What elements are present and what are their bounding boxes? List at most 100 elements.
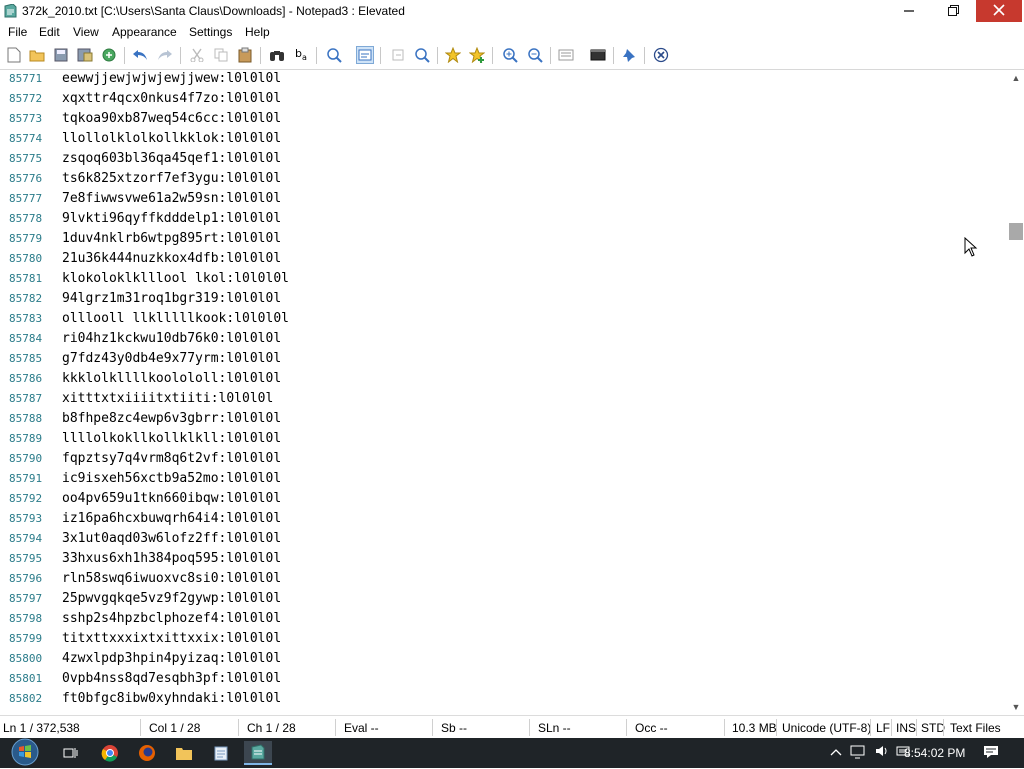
line-text[interactable]: xqxttr4qcx0nkus4f7zo:l0l0l0l [62,91,281,106]
chrome-icon[interactable] [96,741,124,765]
replace-icon[interactable]: ba [292,46,310,64]
editor-line[interactable]: 85802 ft0bfgc8ibw0xyhndaki:l0l0l0l [0,690,1000,710]
show-hidden-icon[interactable] [830,744,842,760]
status-eol[interactable]: LF [876,721,890,735]
line-text[interactable]: klokoloklklllool lkol:l0l0l0l [62,271,289,286]
line-text[interactable]: tqkoa90xb87weq54c6cc:l0l0l0l [62,111,281,126]
zoom-out-icon[interactable] [526,46,544,64]
editor-line[interactable]: 85799 titxttxxxixtxittxxix:l0l0l0l [0,630,1000,650]
status-ins[interactable]: INS [896,721,916,735]
editor-line[interactable]: 85801 0vpb4nss8qd7esqbh3pf:l0l0l0l [0,670,1000,690]
favorite-icon[interactable] [444,46,462,64]
line-text[interactable]: olllooll llklllllkook:l0l0l0l [62,311,289,326]
editor-line[interactable]: 85773 tqkoa90xb87weq54c6cc:l0l0l0l [0,110,1000,130]
menu-file[interactable]: File [8,25,27,39]
line-text[interactable]: 21u36k444nuzkkox4dfb:l0l0l0l [62,251,281,266]
copy-icon[interactable] [212,46,230,64]
line-text[interactable]: 4zwxlpdp3hpin4pyizaq:l0l0l0l [62,651,281,666]
editor-line[interactable]: 85790 fqpztsy7q4vrm8q6t2vf:l0l0l0l [0,450,1000,470]
status-encoding[interactable]: Unicode (UTF-8) [782,721,871,735]
editor-line[interactable]: 85772 xqxttr4qcx0nkus4f7zo:l0l0l0l [0,90,1000,110]
firefox-icon[interactable] [133,741,161,765]
editor-line[interactable]: 85776 ts6k825xtzorf7ef3ygu:l0l0l0l [0,170,1000,190]
paste-icon[interactable] [236,46,254,64]
text-editor[interactable]: 85771 eewwjjewjwjwjewjjwew:l0l0l0l 85772 xq… [0,70,1008,715]
line-text[interactable]: llollolklolkollkklok:l0l0l0l [62,131,281,146]
zoom-selection-icon[interactable] [413,46,431,64]
notepad3-icon[interactable] [244,741,272,765]
editor-line[interactable]: 85786 kkklolkllllkoolololl:l0l0l0l [0,370,1000,390]
line-text[interactable]: 33hxus6xh1h384poq595:l0l0l0l [62,551,281,566]
line-text[interactable]: fqpztsy7q4vrm8q6t2vf:l0l0l0l [62,451,281,466]
word-wrap-icon[interactable] [356,46,374,64]
line-text[interactable]: titxttxxxixtxittxxix:l0l0l0l [62,631,281,646]
save-as-icon[interactable] [76,46,94,64]
close-doc-icon[interactable] [652,46,670,64]
scroll-up-icon[interactable]: ▲ [1008,70,1024,86]
editor-line[interactable]: 85778 9lvkti96qyffkdddelp1:l0l0l0l [0,210,1000,230]
new-file-icon[interactable] [5,46,23,64]
network-icon[interactable] [850,744,868,763]
editor-line[interactable]: 85800 4zwxlpdp3hpin4pyizaq:l0l0l0l [0,650,1000,670]
line-text[interactable]: ft0bfgc8ibw0xyhndaki:l0l0l0l [62,691,281,706]
line-text[interactable]: kkklolkllllkoolololl:l0l0l0l [62,371,281,386]
line-text[interactable]: 9lvkti96qyffkdddelp1:l0l0l0l [62,211,281,226]
editor-line[interactable]: 85771 eewwjjewjwjwjewjjwew:l0l0l0l [0,70,1000,90]
pin-icon[interactable] [620,46,638,64]
editor-line[interactable]: 85787 xitttxtxiiiitxtiiti:l0l0l0l [0,390,1000,410]
line-text[interactable]: 3x1ut0aqd03w6lofz2ff:l0l0l0l [62,531,281,546]
restore-button[interactable] [931,0,975,22]
menu-appearance[interactable]: Appearance [112,25,177,39]
find-in-files-icon[interactable] [325,46,343,64]
line-text[interactable]: 25pwvgqkqe5vz9f2gywp:l0l0l0l [62,591,281,606]
editor-line[interactable]: 85792 oo4pv659u1tkn660ibqw:l0l0l0l [0,490,1000,510]
reload-icon[interactable] [100,46,118,64]
line-text[interactable]: eewwjjewjwjwjewjjwew:l0l0l0l [62,71,281,86]
find-icon[interactable] [268,46,286,64]
editor-line[interactable]: 85785 g7fdz43y0db4e9x77yrm:l0l0l0l [0,350,1000,370]
editor-line[interactable]: 85796 rln58swq6iwuoxvc8si0:l0l0l0l [0,570,1000,590]
line-text[interactable]: 94lgrz1m31roq1bgr319:l0l0l0l [62,291,281,306]
scroll-down-icon[interactable]: ▼ [1008,699,1024,715]
line-text[interactable]: ts6k825xtzorf7ef3ygu:l0l0l0l [62,171,281,186]
editor-line[interactable]: 85788 b8fhpe8zc4ewp6v3gbrr:l0l0l0l [0,410,1000,430]
volume-icon[interactable] [875,744,889,761]
line-text[interactable]: llllolkokllkollklkll:l0l0l0l [62,431,281,446]
editor-line[interactable]: 85797 25pwvgqkqe5vz9f2gywp:l0l0l0l [0,590,1000,610]
open-folder-icon[interactable] [28,46,46,64]
vertical-scrollbar[interactable]: ▲ ▼ [1008,70,1024,715]
status-filetype[interactable]: Text Files [950,721,1001,735]
line-text[interactable]: zsqoq603bl36qa45qef1:l0l0l0l [62,151,281,166]
menu-settings[interactable]: Settings [189,25,232,39]
line-text[interactable]: b8fhpe8zc4ewp6v3gbrr:l0l0l0l [62,411,281,426]
editor-line[interactable]: 85798 sshp2s4hpzbclphozef4:l0l0l0l [0,610,1000,630]
editor-line[interactable]: 85791 ic9isxeh56xctb9a52mo:l0l0l0l [0,470,1000,490]
line-text[interactable]: iz16pa6hcxbuwqrh64i4:l0l0l0l [62,511,281,526]
terminal-icon[interactable] [589,46,607,64]
close-button[interactable] [976,0,1022,22]
editor-line[interactable]: 85780 21u36k444nuzkkox4dfb:l0l0l0l [0,250,1000,270]
start-button[interactable] [6,738,44,768]
cut-icon[interactable] [188,46,206,64]
zoom-in-icon[interactable] [501,46,519,64]
line-text[interactable]: g7fdz43y0db4e9x77yrm:l0l0l0l [62,351,281,366]
file-explorer-icon[interactable] [170,741,198,765]
menu-edit[interactable]: Edit [39,25,60,39]
line-text[interactable]: sshp2s4hpzbclphozef4:l0l0l0l [62,611,281,626]
notepad-icon[interactable] [207,741,235,765]
undo-icon[interactable] [131,46,149,64]
line-text[interactable]: 1duv4nklrb6wtpg895rt:l0l0l0l [62,231,281,246]
editor-line[interactable]: 85783 olllooll llklllllkook:l0l0l0l [0,310,1000,330]
menu-help[interactable]: Help [245,25,270,39]
line-text[interactable]: ic9isxeh56xctb9a52mo:l0l0l0l [62,471,281,486]
editor-line[interactable]: 85795 33hxus6xh1h384poq595:l0l0l0l [0,550,1000,570]
editor-line[interactable]: 85782 94lgrz1m31roq1bgr319:l0l0l0l [0,290,1000,310]
scrollbar-thumb[interactable] [1009,223,1023,240]
line-text[interactable]: 0vpb4nss8qd7esqbh3pf:l0l0l0l [62,671,281,686]
redo-icon[interactable] [156,46,174,64]
action-center-icon[interactable] [983,744,999,763]
goto-icon[interactable] [389,46,407,64]
editor-line[interactable]: 85779 1duv4nklrb6wtpg895rt:l0l0l0l [0,230,1000,250]
editor-line[interactable]: 85784 ri04hz1kckwu10db76k0:l0l0l0l [0,330,1000,350]
line-text[interactable]: 7e8fiwwsvwe61a2w59sn:l0l0l0l [62,191,281,206]
